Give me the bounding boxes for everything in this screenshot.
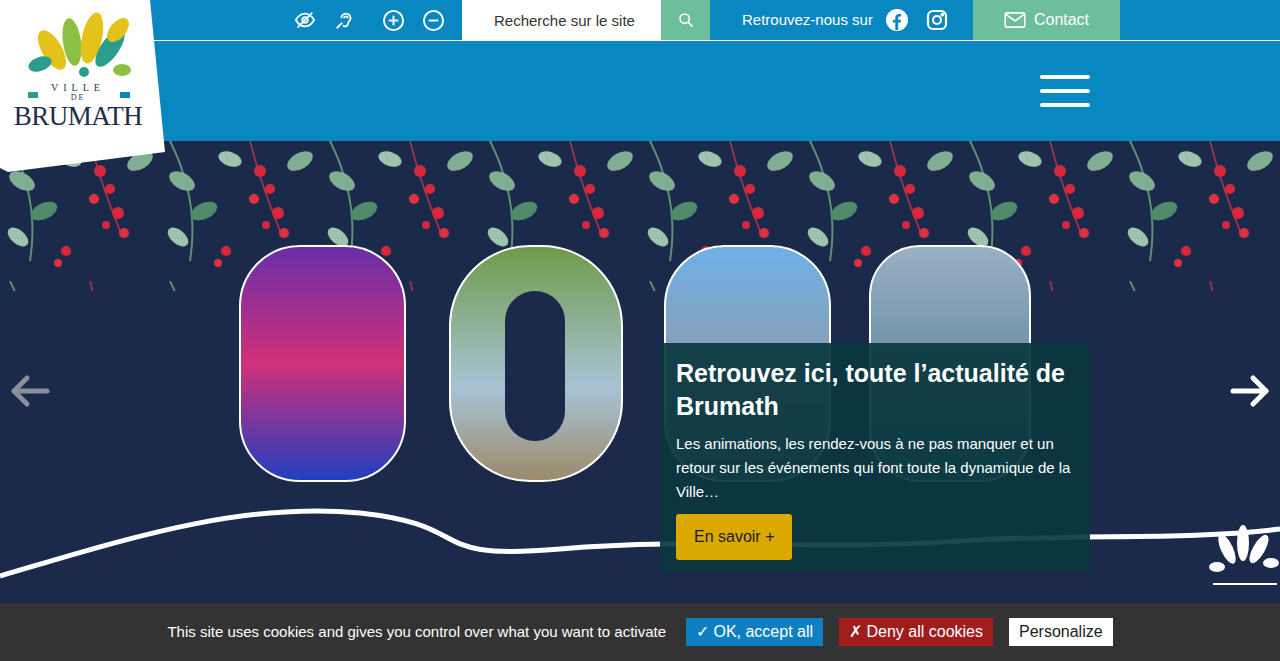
cookie-buttons: ✓ OK, accept all ✗ Deny all cookies Person… [686, 618, 1113, 646]
instagram-icon[interactable] [925, 8, 949, 32]
leaves-icon [26, 10, 133, 77]
read-more-button[interactable]: En savoir + [676, 514, 792, 560]
slide-title: Retrouvez ici, toute l’actualité de Brum… [676, 357, 1074, 422]
logo-word: VILLE [0, 82, 156, 93]
accessibility-tools [285, 0, 462, 40]
custom-cookies-button[interactable]: Personalize [1009, 618, 1113, 646]
facebook-icon[interactable] [885, 8, 909, 32]
cookie-message: This site uses cookies and gives you con… [167, 621, 666, 644]
top-bar: Retrouvez-nous sur Contact [0, 0, 1280, 41]
slide-text: Les animations, les rendez-vous à ne pas… [676, 432, 1074, 504]
contact-button[interactable]: Contact [973, 0, 1120, 40]
search-input[interactable] [462, 0, 661, 40]
hero-slider: Retrouvez ici, toute l’actualité de Brum… [0, 141, 1280, 661]
social-links: Retrouvez-nous sur [710, 0, 973, 40]
deny-cookies-button[interactable]: ✗ Deny all cookies [839, 618, 993, 646]
menu-hamburger-icon[interactable] [1040, 75, 1090, 107]
contact-label: Contact [1034, 8, 1089, 32]
previous-arrow-icon[interactable] [8, 373, 52, 409]
cookie-bar: This site uses cookies and gives you con… [0, 603, 1280, 661]
contrast-eye-icon[interactable] [293, 8, 317, 32]
next-arrow-icon[interactable] [1228, 373, 1272, 409]
logo-word: DE [0, 93, 156, 103]
logo-name: BRUMATH [0, 103, 156, 130]
magnifier-icon [678, 12, 694, 28]
header-band [0, 41, 1280, 141]
accept-cookies-button[interactable]: ✓ OK, accept all [686, 618, 823, 646]
search-button[interactable] [661, 0, 710, 40]
zoom-out-icon[interactable] [421, 8, 445, 32]
site-logo[interactable]: VILLE DE BRUMATH [0, 0, 168, 174]
zoom-in-icon[interactable] [381, 8, 405, 32]
social-label: Retrouvez-nous sur [742, 9, 873, 32]
hearing-ear-icon[interactable] [333, 8, 357, 32]
slide-caption: Retrouvez ici, toute l’actualité de Brum… [660, 343, 1090, 572]
envelope-icon [1004, 12, 1026, 28]
